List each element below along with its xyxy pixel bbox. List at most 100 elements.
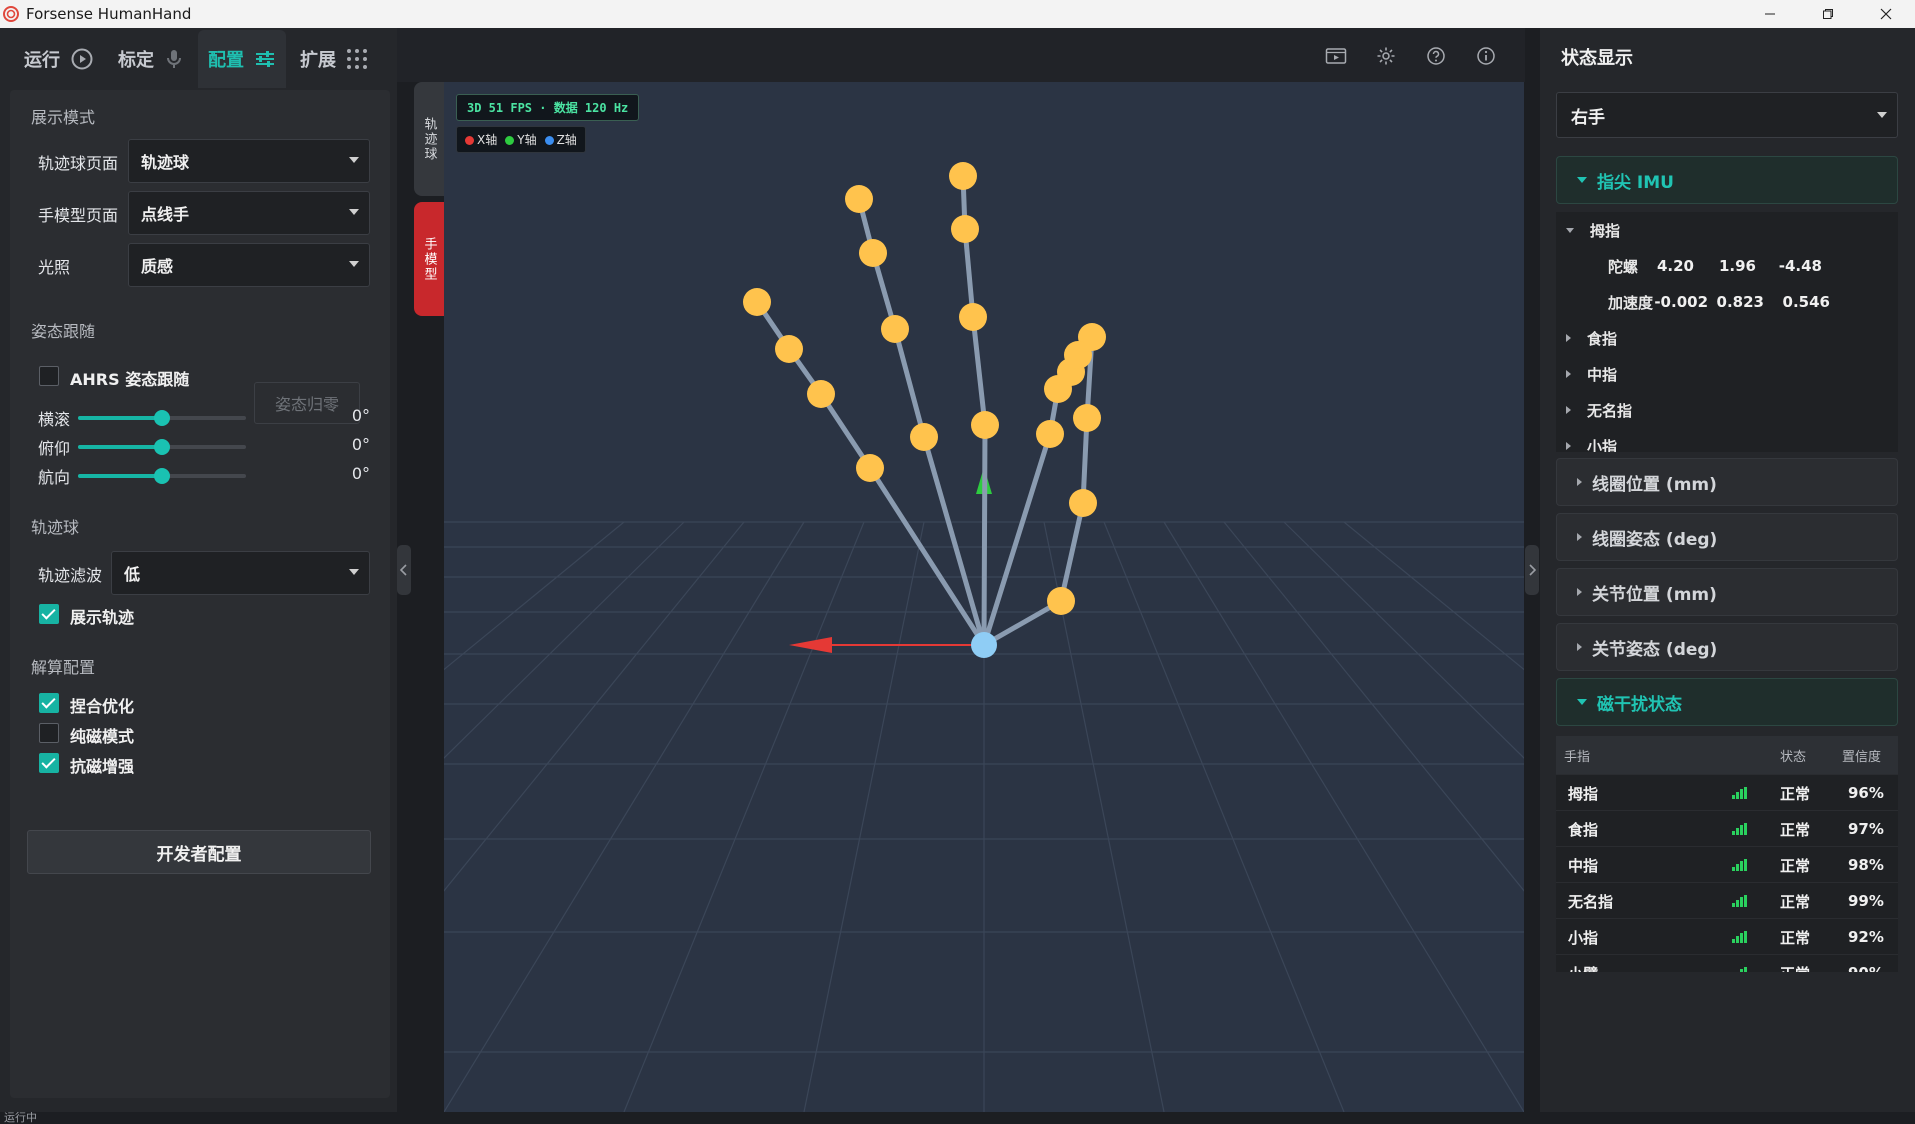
settings-button[interactable] <box>1375 45 1397 67</box>
view-tab-trackball[interactable]: 轨迹球 <box>414 82 444 196</box>
z-axis-legend: Z轴 <box>544 131 577 148</box>
select-value: 低 <box>124 565 141 584</box>
legend-label: Z轴 <box>556 133 577 147</box>
restore-button[interactable] <box>1799 0 1857 28</box>
window-title: Forsense HumanHand <box>26 5 192 23</box>
ahrs-checkbox[interactable] <box>39 366 59 386</box>
finger-cell: 小臂 <box>1568 955 1598 973</box>
help-button[interactable] <box>1425 45 1447 67</box>
show-trajectory-checkbox[interactable] <box>39 604 59 624</box>
tree-node-pinky[interactable]: 小指 <box>1556 428 1898 452</box>
tab-extend[interactable]: 扩展 <box>290 30 378 88</box>
fps-overlay: 3D 51 FPS · 数据 120 Hz <box>456 94 640 121</box>
hand-select[interactable]: 右手 <box>1556 92 1898 138</box>
status-cell: 正常 <box>1780 820 1811 839</box>
finger-cell: 小指 <box>1568 928 1599 947</box>
chevron-right-icon <box>1529 564 1536 576</box>
3d-viewport[interactable]: 3D 51 FPS · 数据 120 Hz X轴 Y轴 Z轴 <box>444 82 1524 1112</box>
tree-node-ring[interactable]: 无名指 <box>1556 392 1898 428</box>
accordion-title: 指尖 IMU <box>1597 172 1674 193</box>
lighting-select[interactable]: 质感 <box>128 243 370 287</box>
yaw-slider-handle[interactable] <box>154 468 170 484</box>
tab-config[interactable]: 配置 <box>198 30 286 88</box>
status-cell: 正常 <box>1780 856 1811 875</box>
column-header-status: 状态 <box>1780 749 1807 765</box>
middle-joint <box>959 303 987 331</box>
tab-calibrate[interactable]: 标定 <box>108 30 194 88</box>
pitch-slider-handle[interactable] <box>154 439 170 455</box>
chevron-right-icon <box>1566 370 1571 378</box>
signal-icon <box>1732 847 1747 883</box>
gyro-x-value: 4.20 <box>1656 257 1694 275</box>
restore-icon <box>1823 9 1833 19</box>
roll-label: 横滚 <box>38 410 71 429</box>
accordion-title: 关节姿态 (deg) <box>1592 639 1718 660</box>
yaw-label: 航向 <box>38 468 71 487</box>
app-logo-icon <box>3 6 19 22</box>
pitch-slider-fill <box>78 445 162 449</box>
status-panel-title: 状态显示 <box>1561 48 1633 69</box>
screen-record-icon <box>1325 48 1347 64</box>
confidence-cell: 96% <box>1848 784 1884 802</box>
left-panel-collapse-handle[interactable] <box>397 545 411 595</box>
tree-node-middle[interactable]: 中指 <box>1556 356 1898 392</box>
tree-node-index[interactable]: 食指 <box>1556 320 1898 356</box>
table-row: 小臂 正常 90% <box>1556 954 1898 972</box>
right-panel-collapse-handle[interactable] <box>1525 545 1539 595</box>
accordion-joint-position[interactable]: 关节位置 (mm) <box>1556 568 1898 616</box>
accordion-coil-position[interactable]: 线圈位置 (mm) <box>1556 458 1898 506</box>
chevron-down-icon <box>1577 177 1587 183</box>
microphone-icon <box>167 50 181 68</box>
chevron-down-icon <box>349 157 359 163</box>
accordion-coil-attitude[interactable]: 线圈姿态 (deg) <box>1556 513 1898 561</box>
chevron-right-icon <box>1577 643 1582 651</box>
hand-scene[interactable] <box>444 82 1524 1112</box>
trackball-page-select[interactable]: 轨迹球 <box>128 139 370 183</box>
play-circle-icon <box>71 48 93 70</box>
chevron-down-icon <box>1566 227 1574 233</box>
section-title-solver: 解算配置 <box>31 658 96 677</box>
chevron-right-icon <box>1566 442 1571 450</box>
minimize-button[interactable] <box>1741 0 1799 28</box>
roll-slider-handle[interactable] <box>154 410 170 426</box>
chevron-down-icon <box>349 261 359 267</box>
config-panel: 展示模式 轨迹球页面 轨迹球 手模型页面 点线手 光照 质感 姿态跟随 AHRS… <box>10 90 390 1098</box>
signal-icon <box>1732 775 1747 811</box>
accel-y-value: 0.823 <box>1716 293 1764 311</box>
tab-run[interactable]: 运行 <box>14 30 104 88</box>
pure-magnetic-checkbox[interactable] <box>39 723 59 743</box>
finger-cell: 拇指 <box>1568 784 1599 803</box>
hand-model-page-select[interactable]: 点线手 <box>128 191 370 235</box>
accel-z-value: 0.546 <box>1782 293 1830 311</box>
wrist-joint <box>971 632 997 658</box>
trajectory-filter-select[interactable]: 低 <box>111 551 370 595</box>
viewport-toolbar <box>397 28 1525 82</box>
developer-config-button[interactable]: 开发者配置 <box>27 830 371 874</box>
status-bar: 运行中 <box>0 1112 1915 1124</box>
screen-record-button[interactable] <box>1325 45 1347 67</box>
info-icon <box>1477 47 1495 65</box>
blue-dot-icon <box>544 136 554 145</box>
accordion-joint-attitude[interactable]: 关节姿态 (deg) <box>1556 623 1898 671</box>
table-row: 中指 正常 98% <box>1556 846 1898 882</box>
hand-model-page-label: 手模型页面 <box>38 206 119 225</box>
pure-magnetic-label: 纯磁模式 <box>70 727 135 746</box>
gear-icon <box>1377 47 1395 65</box>
accordion-fingertip-imu[interactable]: 指尖 IMU <box>1556 156 1898 204</box>
tree-node-thumb[interactable]: 拇指 <box>1556 212 1898 248</box>
chevron-down-icon <box>1877 112 1887 118</box>
signal-icon <box>1732 811 1747 847</box>
accordion-magnetic-interference[interactable]: 磁干扰状态 <box>1556 678 1898 726</box>
thumb-joint <box>1069 489 1097 517</box>
x-axis-legend: X轴 <box>465 131 497 148</box>
view-tab-hand-model[interactable]: 手模型 <box>414 202 444 316</box>
close-button[interactable] <box>1857 0 1915 28</box>
pinch-optimize-checkbox[interactable] <box>39 693 59 713</box>
signal-icon <box>1732 919 1747 955</box>
select-value: 点线手 <box>141 205 190 224</box>
chevron-down-icon <box>1577 699 1587 705</box>
anti-magnetic-checkbox[interactable] <box>39 753 59 773</box>
info-button[interactable] <box>1475 45 1497 67</box>
middle-joint <box>971 411 999 439</box>
accordion-title: 磁干扰状态 <box>1597 694 1682 715</box>
